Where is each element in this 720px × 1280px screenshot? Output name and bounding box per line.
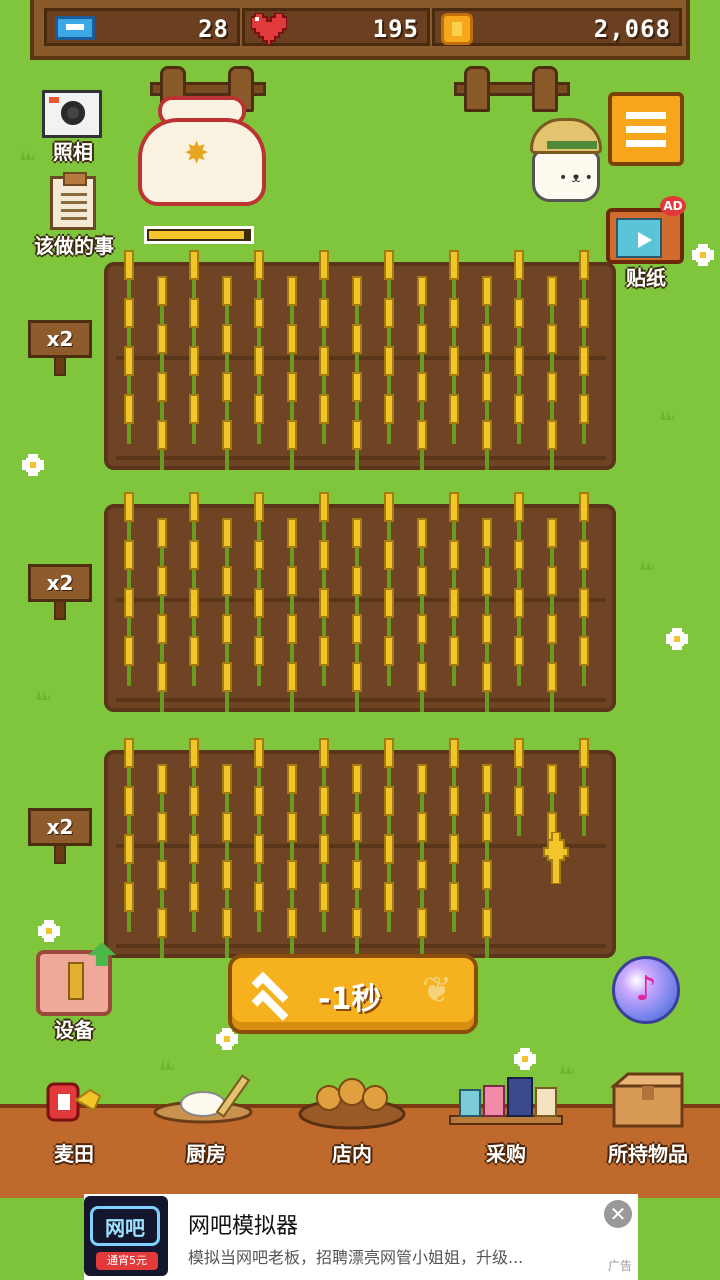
sack-progress-fill <box>149 231 244 239</box>
sticker-label: 贴纸 <box>626 266 666 290</box>
nav-label: 麦田 <box>54 1142 94 1166</box>
coins-stat[interactable]: 2,068 <box>432 8 682 46</box>
nav-label: 店内 <box>332 1142 372 1166</box>
play-icon <box>638 232 652 248</box>
coin-icon <box>441 13 473 45</box>
nav-kitchen[interactable]: 厨房 <box>146 1074 266 1198</box>
grass-tuft <box>640 560 654 570</box>
nav-store[interactable]: 店内 <box>292 1078 412 1198</box>
field-multiplier-sign[interactable]: x2 <box>28 564 92 620</box>
bread-basket-icon <box>298 1078 406 1130</box>
equipment-button[interactable]: 设备 <box>36 942 116 1042</box>
menu-line <box>626 140 666 147</box>
ad-badge: AD <box>660 196 686 216</box>
flower <box>692 244 714 266</box>
menu-line <box>626 126 666 133</box>
clipboard-icon <box>50 172 96 230</box>
tv-icon <box>606 208 684 264</box>
furrow <box>116 944 606 948</box>
multiplier-label: x2 <box>28 320 92 358</box>
menu-line <box>626 112 666 119</box>
hearts-stat[interactable]: 195 <box>242 8 430 46</box>
shelf-icon <box>449 1077 563 1125</box>
boost-label: -1秒 <box>318 982 382 1017</box>
todo-label: 该做的事 <box>34 234 114 258</box>
bottom-navigation: 麦田 厨房 店内 采购 所持物品 <box>0 1072 720 1198</box>
wheat-sack[interactable]: ✸ <box>136 96 278 210</box>
hearts-value: 195 <box>372 15 419 43</box>
top-stats-bar: 28 195 2,068 <box>30 0 690 60</box>
coins-value: 2,068 <box>593 15 671 43</box>
flower <box>514 1048 536 1070</box>
straw-hat <box>530 118 602 154</box>
nav-label: 厨房 <box>186 1142 226 1166</box>
flower <box>666 628 688 650</box>
grass-tuft <box>36 690 50 700</box>
grass-tuft <box>20 150 34 160</box>
speed-boost-button[interactable]: -1秒 ❦ <box>228 954 478 1034</box>
wheat-field-icon <box>46 1082 102 1122</box>
ad-image-text: 网吧 <box>90 1206 160 1246</box>
todo-button[interactable]: 该做的事 <box>26 172 122 258</box>
wheat-field[interactable] <box>104 250 616 470</box>
farmer-face: • ᴥ • <box>559 170 593 186</box>
dough-board-icon <box>153 1074 253 1124</box>
ad-tag: 广告 <box>607 1259 632 1273</box>
flower <box>22 454 44 476</box>
camera-button[interactable]: 照相 <box>38 90 108 164</box>
ad-image-subtext: 通宵5元 <box>96 1252 158 1270</box>
sack-progress-bar <box>144 226 254 244</box>
menu-button[interactable] <box>608 92 684 166</box>
close-icon[interactable]: ✕ <box>604 1200 632 1228</box>
grass-tuft <box>660 410 674 420</box>
field-multiplier-sign[interactable]: x2 <box>28 808 92 864</box>
tickets-stat[interactable]: 28 <box>44 8 240 46</box>
box-icon <box>609 1072 684 1128</box>
farmer-body: • ᴥ • <box>532 150 600 202</box>
multiplier-label: x2 <box>28 564 92 602</box>
nav-label: 所持物品 <box>608 1142 688 1166</box>
field-multiplier-sign[interactable]: x2 <box>28 320 92 376</box>
nav-purchase[interactable]: 采购 <box>446 1077 566 1198</box>
music-note-icon[interactable]: ♪ <box>612 956 680 1024</box>
nav-label: 采购 <box>486 1142 526 1166</box>
wheat-icon: ✸ <box>184 136 210 171</box>
ticket-icon <box>55 16 95 40</box>
sticker-tv-button[interactable]: AD 贴纸 <box>606 196 686 290</box>
fence <box>454 66 570 112</box>
flower <box>38 920 60 942</box>
wheat-field[interactable] <box>104 492 616 712</box>
multiplier-label: x2 <box>28 808 92 846</box>
wheat-icon: ❦ <box>422 970 453 1011</box>
camera-label: 照相 <box>53 140 93 164</box>
ad-banner[interactable]: 网吧 通宵5元 网吧模拟器 模拟当网吧老板，招聘漂亮网管小姐姐，升级... ✕ … <box>84 1194 638 1280</box>
ad-title: 网吧模拟器 <box>188 1214 299 1239</box>
ad-image: 网吧 通宵5元 <box>84 1196 168 1276</box>
nav-wheat-field[interactable]: 麦田 <box>14 1082 134 1198</box>
farmer-character[interactable]: • ᴥ • <box>526 118 606 208</box>
harvested-wheat-icon[interactable] <box>536 832 576 884</box>
camera-icon <box>42 90 102 138</box>
equipment-label: 设备 <box>54 1018 94 1042</box>
tickets-value: 28 <box>198 15 229 43</box>
furrow <box>116 698 606 702</box>
ad-description: 模拟当网吧老板，招聘漂亮网管小姐姐，升级... <box>188 1248 524 1267</box>
grass-tuft <box>160 1060 174 1070</box>
furrow <box>116 456 606 460</box>
heart-icon <box>251 13 287 45</box>
nav-inventory[interactable]: 所持物品 <box>592 1072 704 1198</box>
